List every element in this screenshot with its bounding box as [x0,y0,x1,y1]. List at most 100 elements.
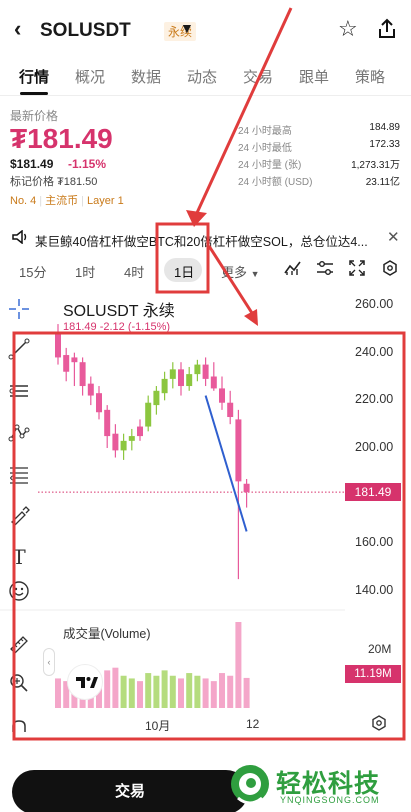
tag-layer[interactable]: Layer 1 [87,195,124,207]
tab-strategy[interactable]: 策略 [355,66,385,87]
stat-row: 24 小时最低 172.33 [238,139,400,154]
candle-body [145,402,152,427]
settings-sliders-icon[interactable] [316,260,334,280]
interval-bar: 15分 1时 4时 1日 更多 ▼ [0,256,411,284]
y-tick-label: 260.00 [355,297,394,311]
tag-rank[interactable]: No. 4 [10,195,36,207]
news-ticker-text[interactable]: 某巨鲸40倍杠杆做空BTC和20倍杠杆做空SOL，总仓位达4... [35,231,380,250]
news-ticker[interactable]: 某巨鲸40倍杠杆做空BTC和20倍杠杆做空SOL，总仓位达4... ✕ [0,226,411,250]
volume-bar [161,670,168,708]
y-tick-label: 220.00 [355,392,394,406]
share-icon[interactable] [376,18,398,40]
volume-bar [219,673,225,708]
candle-body [243,483,250,493]
candle-body [153,390,160,406]
indicator-icon[interactable] [284,260,302,280]
speaker-icon [12,230,27,244]
y-tick-label: 140.00 [355,583,394,597]
candle-body [128,436,135,441]
bottom-bar: 交易 轻松科技 YNQINGSONG.COM [0,762,411,812]
close-icon[interactable]: ✕ [387,228,400,246]
candle-body [112,433,119,451]
volume-tick-label: 20M [368,642,392,656]
candle-body [194,364,201,375]
interval-more[interactable]: 更多 ▼ [221,262,260,281]
candle-body [202,364,209,379]
volume-bar [120,675,127,708]
candle-body [120,440,127,451]
tab-news[interactable]: 动态 [187,66,217,87]
current-volume-tag: 11.19M [345,665,401,683]
latest-price: ₮181.49 [10,123,113,154]
collapse-toolbar-icon[interactable]: ‹ [43,648,55,676]
volume-bar [178,678,184,708]
volume-bar [186,673,193,708]
chart-area[interactable]: T SOLUSDT 永续 181.49 -2.12 (-1.15%) 260.0… [0,290,411,740]
stat-row: 24 小时最高 184.89 [238,122,400,137]
caret-down-icon: ▼ [250,269,260,279]
volume-bar [128,678,135,708]
hexagon-settings-icon[interactable] [382,260,398,280]
candle-body [63,355,70,372]
tab-market[interactable]: 行情 [19,66,49,87]
volume-bar [243,677,250,708]
volume-bar [104,670,111,708]
candle-body [87,383,94,396]
volume-bar [112,667,119,708]
volume-bar [145,673,152,708]
candle-body [169,369,176,379]
star-icon[interactable]: ☆ [338,16,358,42]
interval-1h[interactable]: 1时 [75,262,95,281]
candle-body [178,369,184,387]
candle-body [186,374,193,387]
candle-body [227,402,234,418]
interval-1d[interactable]: 1日 [174,262,194,281]
fullscreen-icon[interactable] [349,260,365,280]
interval-4h[interactable]: 4时 [124,262,144,281]
candle-body [210,376,217,389]
x-tick-label: 12 [246,717,260,731]
trade-button[interactable]: 交易 [12,770,248,812]
volume-bar [227,675,234,708]
tab-trade[interactable]: 交易 [243,66,273,87]
caret-down-icon[interactable]: ▼ [180,20,194,36]
price-change: -1.15% [68,157,107,171]
y-tick-label: 240.00 [355,345,394,359]
y-tick-label: 160.00 [355,535,394,549]
candle-body [161,378,168,394]
x-tick-label: 10月 [145,719,171,733]
tab-data[interactable]: 数据 [131,66,161,87]
stat-row: 24 小时量 (张) 1,273.31万 [238,160,400,171]
tab-copy-trading[interactable]: 跟单 [299,66,329,87]
volume-bar [235,622,242,708]
main-tabs: 行情 概况 数据 动态 交易 跟单 策略 [0,60,411,96]
chevron-left-icon[interactable]: ‹ [14,16,21,42]
volume-bar [55,678,61,708]
interval-15m[interactable]: 15分 [19,262,46,281]
usd-price: $181.49 [10,157,54,171]
volume-bar [137,681,143,708]
candle-body [55,333,61,358]
mark-price: 标记价格 ₮181.50 [10,176,98,188]
top-bar: ‹ SOLUSDT 永续 ▼ ☆ [0,10,411,50]
candle-body [79,362,86,387]
watermark-logo [231,765,269,805]
symbol-title[interactable]: SOLUSDT [40,20,131,42]
24h-stats: 24 小时最高 184.89 24 小时最低 172.33 24 小时量 (张) 1,… [238,122,400,190]
y-tick-label: 200.00 [355,440,394,454]
current-price-tag: 181.49 [345,483,401,501]
tab-active-indicator [20,92,48,95]
tradingview-logo[interactable] [67,664,103,700]
candle-body [235,419,242,482]
coin-tags: No. 4 | 主流币 | Layer 1 [10,195,124,207]
volume-bar [202,678,209,708]
candle-body [96,393,102,413]
candle-body [219,388,225,403]
volume-bar [169,675,176,708]
watermark-subtitle: YNQINGSONG.COM [280,795,380,805]
tag-category[interactable]: 主流币 [45,195,78,207]
hexagon-settings-icon[interactable] [371,715,387,735]
stat-row: 24 小时额 (USD) 23.11亿 [238,177,400,188]
volume-bar [194,675,201,708]
tab-overview[interactable]: 概况 [75,66,105,87]
